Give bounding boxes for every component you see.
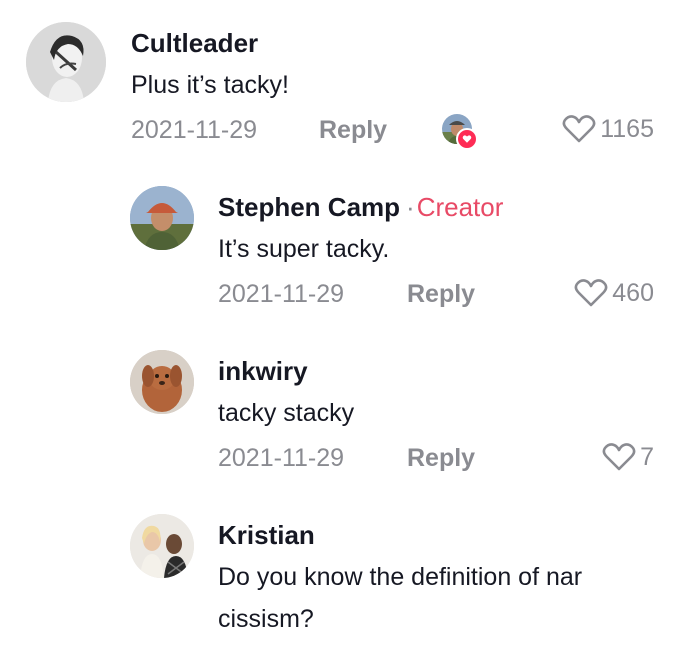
comment-username[interactable]: Kristian xyxy=(218,520,315,551)
like-button[interactable]: 1165 xyxy=(562,114,654,144)
comment-text: Plus it’s tacky! xyxy=(131,71,289,99)
avatar[interactable] xyxy=(130,186,194,250)
comment-username: Stephen Camp ·Creator xyxy=(218,192,503,223)
heart-outline-icon xyxy=(562,115,596,143)
like-button[interactable]: 7 xyxy=(602,442,654,472)
heart-badge-icon xyxy=(456,128,478,150)
like-count: 460 xyxy=(612,278,654,307)
like-count: 7 xyxy=(640,442,654,471)
avatar[interactable] xyxy=(130,514,194,578)
comment-text: It’s super tacky. xyxy=(218,235,390,263)
comment-username[interactable]: Cultleader xyxy=(131,28,258,59)
comment-username[interactable]: inkwiry xyxy=(218,356,308,387)
heart-outline-icon xyxy=(574,279,608,307)
reply-button[interactable]: Reply xyxy=(319,116,387,145)
comment-item: inkwiry tacky stacky 2021-11-29 Reply 7 xyxy=(0,334,688,498)
like-button[interactable]: 460 xyxy=(574,278,654,308)
separator-dot: · xyxy=(406,192,415,222)
comment-date: 2021-11-29 xyxy=(218,280,345,308)
heart-outline-icon xyxy=(602,443,636,471)
comment-text: Do you know the definition of nar cissis… xyxy=(218,556,582,640)
avatar[interactable] xyxy=(26,22,106,102)
reply-button[interactable]: Reply xyxy=(407,444,475,473)
comment-date: 2021-11-29 xyxy=(218,444,345,472)
avatar[interactable] xyxy=(130,350,194,414)
comment-item: Stephen Camp ·Creator It’s super tacky. 2… xyxy=(0,170,688,334)
liked-by-creator-badge xyxy=(442,114,478,150)
comment-item: Kristian Do you know the definition of n… xyxy=(0,498,688,650)
comment-date: 2021-11-29 xyxy=(131,116,258,144)
creator-label: Creator xyxy=(416,192,504,222)
comment-text-line: Do you know the definition of nar xyxy=(218,563,583,591)
comment-text-line: cissism? xyxy=(218,605,314,633)
comment-text: tacky stacky xyxy=(218,399,355,427)
comment-item: Cultleader Plus it’s tacky! 2021-11-29 R… xyxy=(0,0,688,170)
username-link[interactable]: Stephen Camp xyxy=(218,192,400,222)
like-count: 1165 xyxy=(600,114,654,143)
reply-button[interactable]: Reply xyxy=(407,280,475,309)
